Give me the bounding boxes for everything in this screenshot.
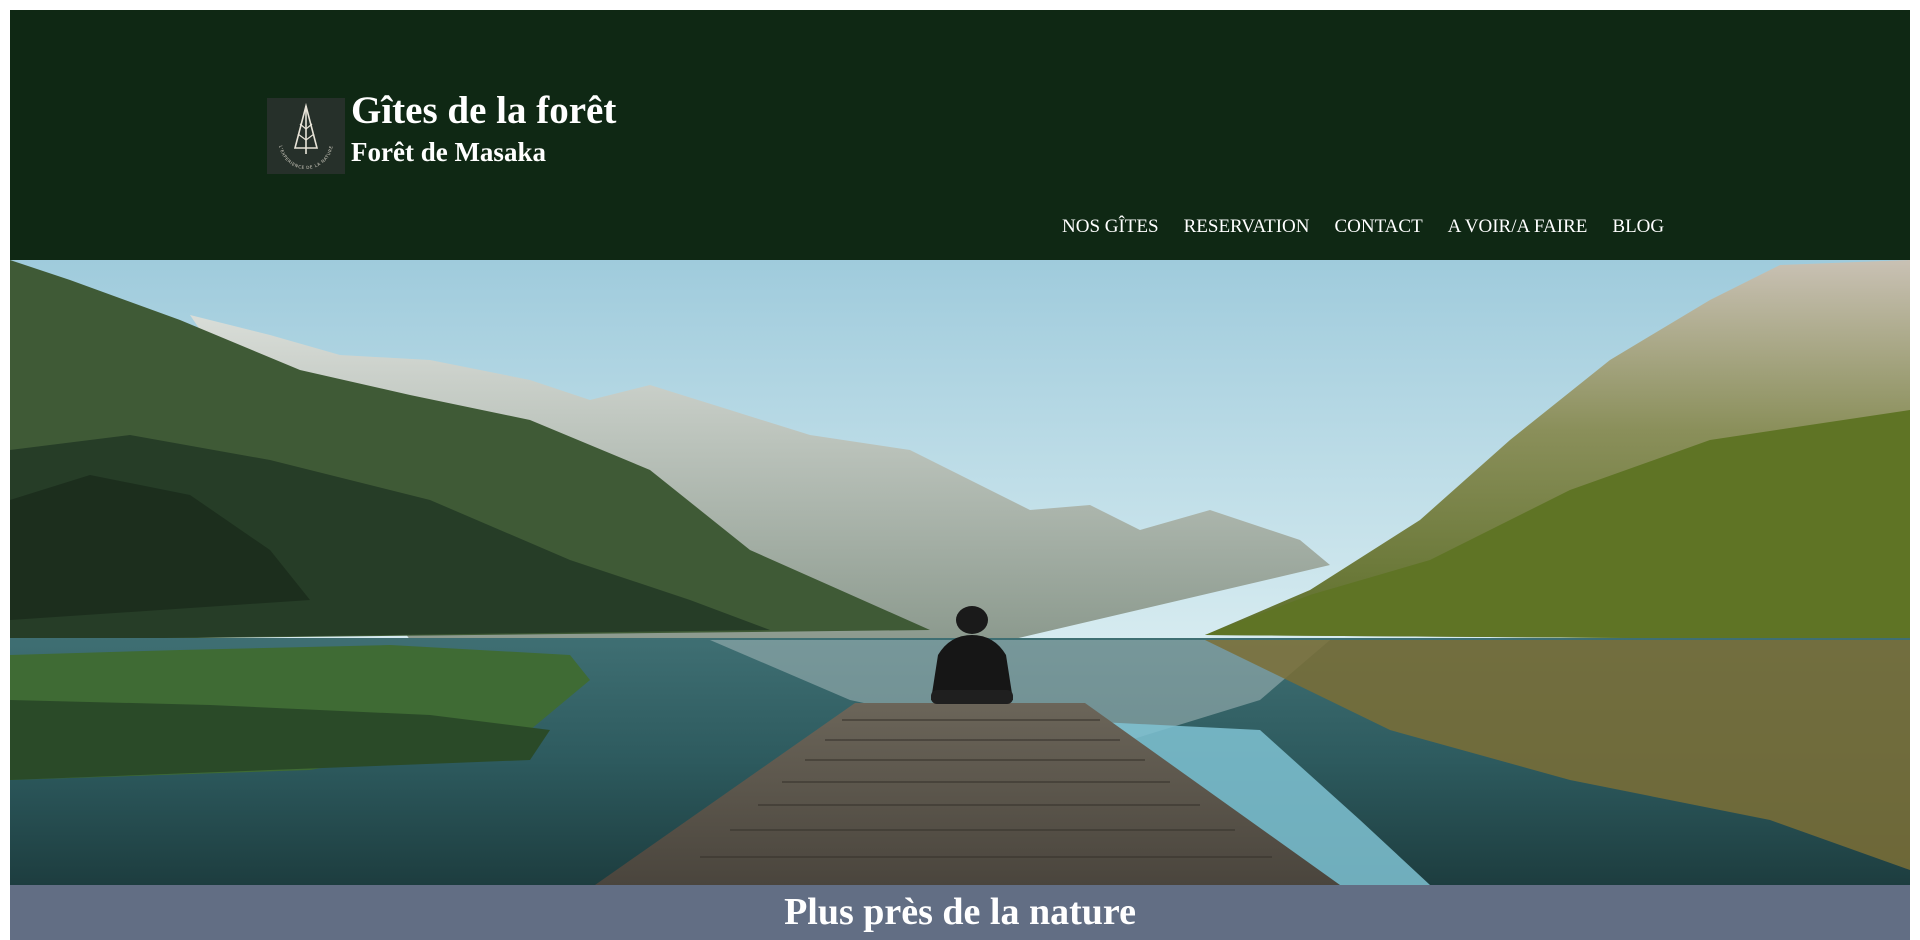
tree-logo-icon: L'EXPERIENCE DE LA NATURE <box>278 102 333 170</box>
site-title[interactable]: Gîtes de la forêt <box>351 89 616 133</box>
main-nav: NOS GÎTES RESERVATION CONTACT A VOIR/A F… <box>1062 216 1664 238</box>
site-logo[interactable]: L'EXPERIENCE DE LA NATURE <box>267 98 345 174</box>
nav-item-contact[interactable]: CONTACT <box>1334 216 1422 238</box>
hero-banner: Plus près de la nature <box>10 885 1910 940</box>
hero-lake-scene <box>10 260 1910 885</box>
site-header: L'EXPERIENCE DE LA NATURE Gîtes de la fo… <box>10 10 1910 260</box>
nav-item-nos-gites[interactable]: NOS GÎTES <box>1062 216 1159 238</box>
page: L'EXPERIENCE DE LA NATURE Gîtes de la fo… <box>10 10 1910 940</box>
hero-image <box>10 260 1910 885</box>
nav-item-reservation[interactable]: RESERVATION <box>1184 216 1310 238</box>
hero-banner-title: Plus près de la nature <box>784 891 1136 933</box>
nav-item-a-voir-a-faire[interactable]: A VOIR/A FAIRE <box>1448 216 1588 238</box>
nav-item-blog[interactable]: BLOG <box>1612 216 1664 238</box>
site-subtitle: Forêt de Masaka <box>351 137 546 167</box>
